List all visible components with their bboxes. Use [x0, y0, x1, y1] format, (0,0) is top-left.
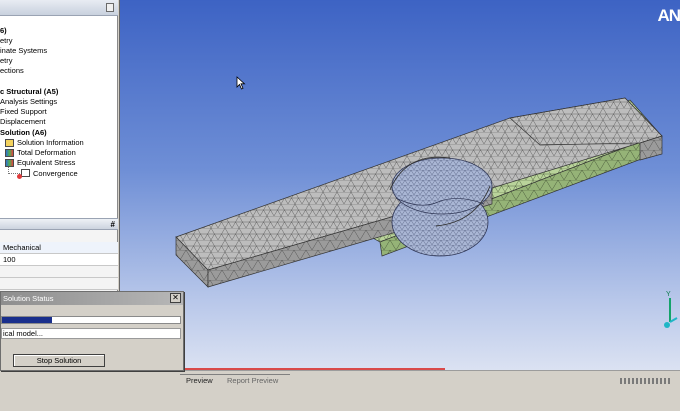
- pin-icon[interactable]: [106, 3, 114, 12]
- tree-item-total-deformation[interactable]: Total Deformation: [17, 148, 76, 158]
- tree-item-analysis-settings[interactable]: Analysis Settings: [0, 97, 57, 107]
- convergence-icon: [21, 169, 30, 177]
- tree-connector: [8, 167, 20, 174]
- tree-item-equivalent-stress[interactable]: Equivalent Stress: [17, 158, 75, 168]
- svg-text:Y: Y: [666, 291, 671, 298]
- tab-preview[interactable]: Preview: [186, 375, 213, 386]
- tree-item-solution[interactable]: Solution (A6): [0, 128, 47, 138]
- progress-bar: [1, 316, 181, 324]
- equivalent-stress-icon: [5, 159, 14, 167]
- details-header: #: [0, 218, 118, 230]
- solution-info-icon: [5, 139, 14, 147]
- pin-icon[interactable]: #: [111, 220, 115, 229]
- graphics-viewport[interactable]: AN Y: [119, 0, 680, 378]
- scroll-grip[interactable]: [620, 378, 670, 384]
- tab-report-preview[interactable]: Report Preview: [227, 375, 278, 386]
- total-deformation-icon: [5, 149, 14, 157]
- tree-item-displacement[interactable]: Displacement: [0, 117, 45, 127]
- progress-fill: [2, 317, 52, 323]
- tree-item-connections[interactable]: ections: [0, 66, 24, 76]
- tree-item-model[interactable]: 6): [0, 26, 7, 36]
- details-panel: # Mechanical 100: [0, 218, 118, 292]
- tree-item-static-structural[interactable]: c Structural (A5): [0, 87, 58, 97]
- tree-item-geometry[interactable]: etry: [0, 36, 13, 46]
- outline-tree: 6) etry inate Systems etry ections c Str…: [0, 0, 118, 220]
- axis-triad-icon[interactable]: Y: [662, 288, 678, 332]
- close-icon[interactable]: ✕: [170, 293, 181, 303]
- mesh-model[interactable]: [120, 0, 680, 378]
- details-row-value[interactable]: 100: [0, 254, 118, 266]
- solution-status-dialog: Solution Status ✕ ical model... Stop Sol…: [0, 291, 184, 371]
- tree-item-coordinate-systems[interactable]: inate Systems: [0, 46, 47, 56]
- details-row-physics[interactable]: Mechanical: [0, 242, 118, 254]
- details-row-empty: [0, 278, 118, 290]
- dialog-title: Solution Status ✕: [1, 292, 183, 305]
- outline-header: [0, 0, 118, 16]
- stop-solution-button[interactable]: Stop Solution: [13, 354, 105, 367]
- tree-item-symmetry[interactable]: etry: [0, 56, 13, 66]
- tree-item-convergence[interactable]: Convergence: [33, 169, 78, 179]
- details-row-empty: [0, 266, 118, 278]
- error-badge-icon: [17, 174, 22, 179]
- tree-item-solution-information[interactable]: Solution Information: [17, 138, 84, 148]
- status-text: ical model...: [1, 328, 181, 339]
- tree-item-fixed-support[interactable]: Fixed Support: [0, 107, 47, 117]
- bottom-tab-strip: [0, 370, 680, 411]
